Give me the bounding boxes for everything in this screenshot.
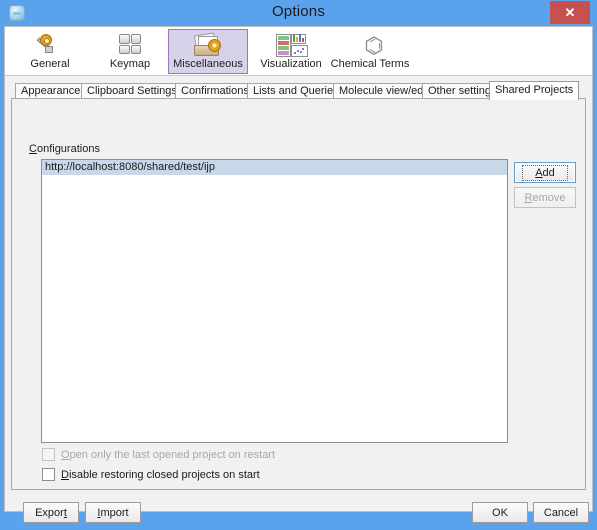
checkbox-disable-restoring-closed-projects[interactable]: Disable restoring closed projects on sta…	[42, 468, 260, 481]
tab-lists-and-queries[interactable]: Lists and Queries	[247, 83, 345, 99]
charts-icon	[274, 33, 308, 57]
ok-button[interactable]: OK	[472, 502, 528, 523]
remove-button: Remove	[514, 187, 576, 208]
category-toolbar: General Keymap Miscellaneous Visualizati…	[5, 27, 592, 76]
configurations-label: Configurations	[29, 143, 100, 155]
checkbox-label: Disable restoring closed projects on sta…	[61, 468, 260, 481]
checkbox-open-only-last-project: Open only the last opened project on res…	[42, 448, 275, 461]
configurations-list[interactable]: http://localhost:8080/shared/test/ijp	[41, 159, 508, 443]
keyboard-keys-icon	[113, 33, 147, 56]
cancel-button[interactable]: Cancel	[533, 502, 589, 523]
dialog-footer: Export Import OK Cancel	[11, 496, 589, 530]
toolbar-item-label: Visualization	[260, 58, 322, 70]
toolbar-item-keymap[interactable]: Keymap	[100, 29, 160, 74]
toolbar-item-label: Chemical Terms	[330, 58, 410, 70]
page-title: Options	[271, 3, 326, 20]
checkbox-box	[42, 448, 55, 461]
tab-shared-projects[interactable]: Shared Projects	[489, 81, 580, 100]
checkbox-label: Open only the last opened project on res…	[61, 448, 276, 461]
gear-wrench-icon	[33, 33, 67, 56]
toolbar-item-label: Miscellaneous	[173, 58, 243, 70]
add-button[interactable]: Add	[514, 162, 576, 183]
tab-appearance[interactable]: Appearance	[15, 83, 87, 99]
benzene-ring-icon	[353, 33, 387, 56]
toolbar-item-label: Keymap	[109, 58, 151, 70]
close-icon[interactable]: ✕	[550, 1, 590, 24]
tab-clipboard-settings[interactable]: Clipboard Settings	[81, 83, 183, 99]
checkbox-box[interactable]	[42, 468, 55, 481]
tab-confirmations[interactable]: Confirmations	[175, 83, 255, 99]
title-bar: Options ✕	[0, 0, 597, 26]
tab-molecule-view-edit[interactable]: Molecule view/edit	[333, 83, 435, 99]
export-button[interactable]: Export	[23, 502, 79, 523]
options-dialog: Options ✕ General Keymap Miscellaneous V…	[0, 0, 597, 523]
toolbar-item-chemical-terms[interactable]: Chemical Terms	[325, 29, 415, 74]
toolbar-item-miscellaneous[interactable]: Miscellaneous	[168, 29, 248, 74]
toolbar-item-label: General	[30, 58, 70, 70]
import-button[interactable]: Import	[85, 502, 141, 523]
list-item[interactable]: http://localhost:8080/shared/test/ijp	[42, 160, 507, 175]
settings-tab-strip: Appearance Clipboard Settings Confirmati…	[11, 81, 586, 100]
dialog-client-area: General Keymap Miscellaneous Visualizati…	[4, 26, 593, 523]
toolbar-item-general[interactable]: General	[19, 29, 81, 74]
toolbar-item-visualization[interactable]: Visualization	[254, 29, 328, 74]
documents-gear-icon	[191, 32, 225, 56]
